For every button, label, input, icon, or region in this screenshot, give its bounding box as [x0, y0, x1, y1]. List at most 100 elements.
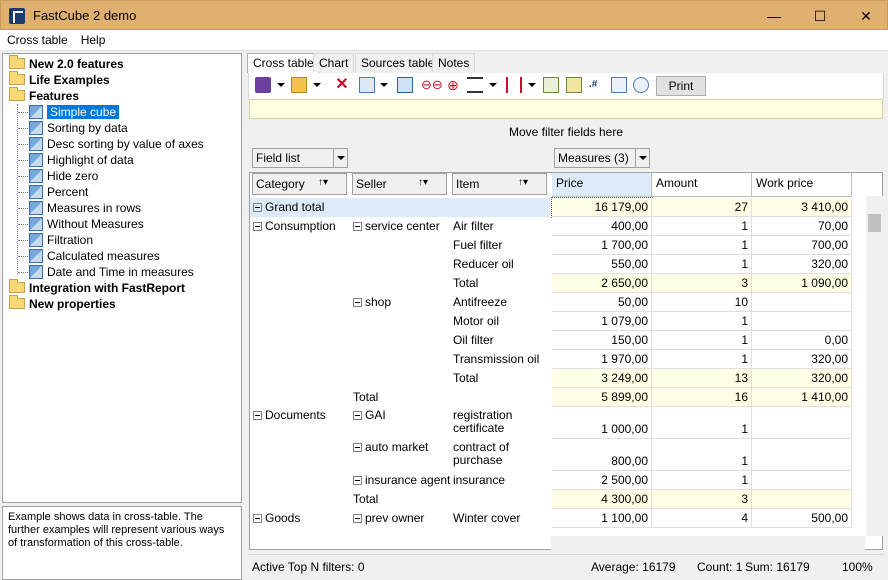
- measure-header-work-price[interactable]: Work price: [752, 173, 852, 197]
- tree-item-feature[interactable]: Simple cube: [29, 104, 120, 120]
- cell-work[interactable]: [752, 439, 852, 471]
- cell-price[interactable]: 50,00: [552, 293, 652, 312]
- cell-work[interactable]: [752, 490, 852, 509]
- cell-work[interactable]: 0,00: [752, 331, 852, 350]
- tree-item-feature[interactable]: Calculated measures: [29, 248, 160, 264]
- cell-amount[interactable]: 3: [652, 490, 752, 509]
- cell-price[interactable]: 1 700,00: [552, 236, 652, 255]
- cell-price[interactable]: 550,00: [552, 255, 652, 274]
- sum-icon[interactable]: [543, 77, 559, 93]
- cell-price[interactable]: 5 899,00: [552, 388, 652, 407]
- tree-item-feature[interactable]: Desc sorting by value of axes: [29, 136, 204, 152]
- horizontal-scrollbar[interactable]: [551, 536, 865, 550]
- export-dropdown-icon[interactable]: [380, 83, 388, 87]
- cell-amount[interactable]: 1: [652, 407, 752, 439]
- collapse-icon[interactable]: [353, 514, 362, 523]
- tree-item-feature[interactable]: Without Measures: [29, 216, 144, 232]
- cell-work[interactable]: 70,00: [752, 217, 852, 236]
- scroll-thumb[interactable]: [868, 214, 881, 232]
- cell-price[interactable]: 400,00: [552, 217, 652, 236]
- sort-icon[interactable]: ↑▾: [418, 177, 428, 188]
- minimize-button[interactable]: —: [751, 1, 797, 31]
- tab-sources-table[interactable]: Sources table: [355, 53, 441, 72]
- collapse-icon[interactable]: ⊕: [445, 77, 461, 93]
- cell-work[interactable]: 1 090,00: [752, 274, 852, 293]
- row-settings-dropdown-icon[interactable]: [489, 83, 497, 87]
- cell-work[interactable]: 1 410,00: [752, 388, 852, 407]
- close-button[interactable]: ✕: [843, 1, 888, 31]
- vertical-scrollbar[interactable]: [866, 196, 883, 536]
- refresh-icon[interactable]: [397, 77, 413, 93]
- cell-amount[interactable]: 16: [652, 388, 752, 407]
- row-field-item[interactable]: Item ↑▾: [452, 173, 547, 195]
- collapse-icon[interactable]: [353, 443, 362, 452]
- measure-header-amount[interactable]: Amount: [652, 173, 752, 197]
- menu-cross-table[interactable]: Cross table: [0, 30, 74, 47]
- number-format-icon[interactable]: .#: [589, 77, 605, 93]
- collapse-icon[interactable]: [253, 222, 262, 231]
- cell-work[interactable]: 320,00: [752, 255, 852, 274]
- collapse-icon[interactable]: [253, 411, 262, 420]
- cell-amount[interactable]: 1: [652, 439, 752, 471]
- cell-price[interactable]: 150,00: [552, 331, 652, 350]
- cell-work[interactable]: 3 410,00: [752, 198, 852, 217]
- cell-price[interactable]: 1 079,00: [552, 312, 652, 331]
- open-dropdown-icon[interactable]: [313, 83, 321, 87]
- export-icon[interactable]: [359, 77, 375, 93]
- cell-amount[interactable]: 13: [652, 369, 752, 388]
- cell-work[interactable]: 320,00: [752, 369, 852, 388]
- cell-work[interactable]: [752, 407, 852, 439]
- open-folder-icon[interactable]: [291, 77, 307, 93]
- highlight-icon[interactable]: [566, 77, 582, 93]
- tab-notes[interactable]: Notes: [432, 53, 476, 72]
- cell-amount[interactable]: 1: [652, 312, 752, 331]
- print-button[interactable]: Print: [656, 76, 706, 96]
- tree-item-feature[interactable]: Highlight of data: [29, 152, 134, 168]
- collapse-icon[interactable]: [353, 222, 362, 231]
- tree-item-feature[interactable]: Sorting by data: [29, 120, 128, 136]
- cell-amount[interactable]: 27: [652, 198, 752, 217]
- cell-work[interactable]: [752, 293, 852, 312]
- cell-price[interactable]: 1 970,00: [552, 350, 652, 369]
- collapse-icon[interactable]: [253, 514, 262, 523]
- cell-amount[interactable]: 3: [652, 274, 752, 293]
- tree-item-feature[interactable]: Filtration: [29, 232, 93, 248]
- cell-work[interactable]: [752, 312, 852, 331]
- tree-item-feature[interactable]: Hide zero: [29, 168, 98, 184]
- tree-node-integration-fastreport[interactable]: Integration with FastReport: [9, 279, 185, 296]
- cell-amount[interactable]: 10: [652, 293, 752, 312]
- tree-node-new-properties[interactable]: New properties: [9, 295, 116, 312]
- column-settings-icon[interactable]: [506, 77, 522, 93]
- delete-icon[interactable]: ✕: [334, 77, 350, 93]
- cell-amount[interactable]: 1: [652, 217, 752, 236]
- cell-price[interactable]: 2 500,00: [552, 471, 652, 490]
- column-settings-dropdown-icon[interactable]: [528, 83, 536, 87]
- collapse-icon[interactable]: [353, 476, 362, 485]
- row-settings-icon[interactable]: [467, 77, 483, 93]
- row-field-category[interactable]: Category ↑▾: [252, 173, 347, 195]
- field-list-combo[interactable]: Field list: [252, 148, 348, 168]
- save-icon[interactable]: [255, 77, 271, 93]
- cell-work[interactable]: 500,00: [752, 509, 852, 528]
- cell-amount[interactable]: 1: [652, 331, 752, 350]
- row-field-seller[interactable]: Seller ↑▾: [352, 173, 447, 195]
- sort-icon[interactable]: ↑▾: [318, 177, 328, 188]
- cell-price[interactable]: 4 300,00: [552, 490, 652, 509]
- tree-node-new-features[interactable]: New 2.0 features: [9, 55, 124, 72]
- tab-chart[interactable]: Chart: [313, 53, 355, 72]
- collapse-icon[interactable]: [353, 411, 362, 420]
- cell-amount[interactable]: 1: [652, 471, 752, 490]
- collapse-icon[interactable]: [353, 298, 362, 307]
- cell-price[interactable]: 1 000,00: [552, 407, 652, 439]
- cell-price[interactable]: 1 100,00: [552, 509, 652, 528]
- sort-icon[interactable]: ↑▾: [518, 177, 528, 188]
- cell-work[interactable]: 320,00: [752, 350, 852, 369]
- save-dropdown-icon[interactable]: [277, 83, 285, 87]
- cell-amount[interactable]: 1: [652, 255, 752, 274]
- expand-icon[interactable]: ⊖⊖: [421, 77, 443, 93]
- tree-item-feature[interactable]: Date and Time in measures: [29, 264, 194, 280]
- tree-node-features[interactable]: Features: [9, 87, 79, 104]
- measure-header-price[interactable]: Price: [552, 173, 652, 197]
- tree-item-feature[interactable]: Measures in rows: [29, 200, 141, 216]
- measures-combo[interactable]: Measures (3): [554, 148, 650, 168]
